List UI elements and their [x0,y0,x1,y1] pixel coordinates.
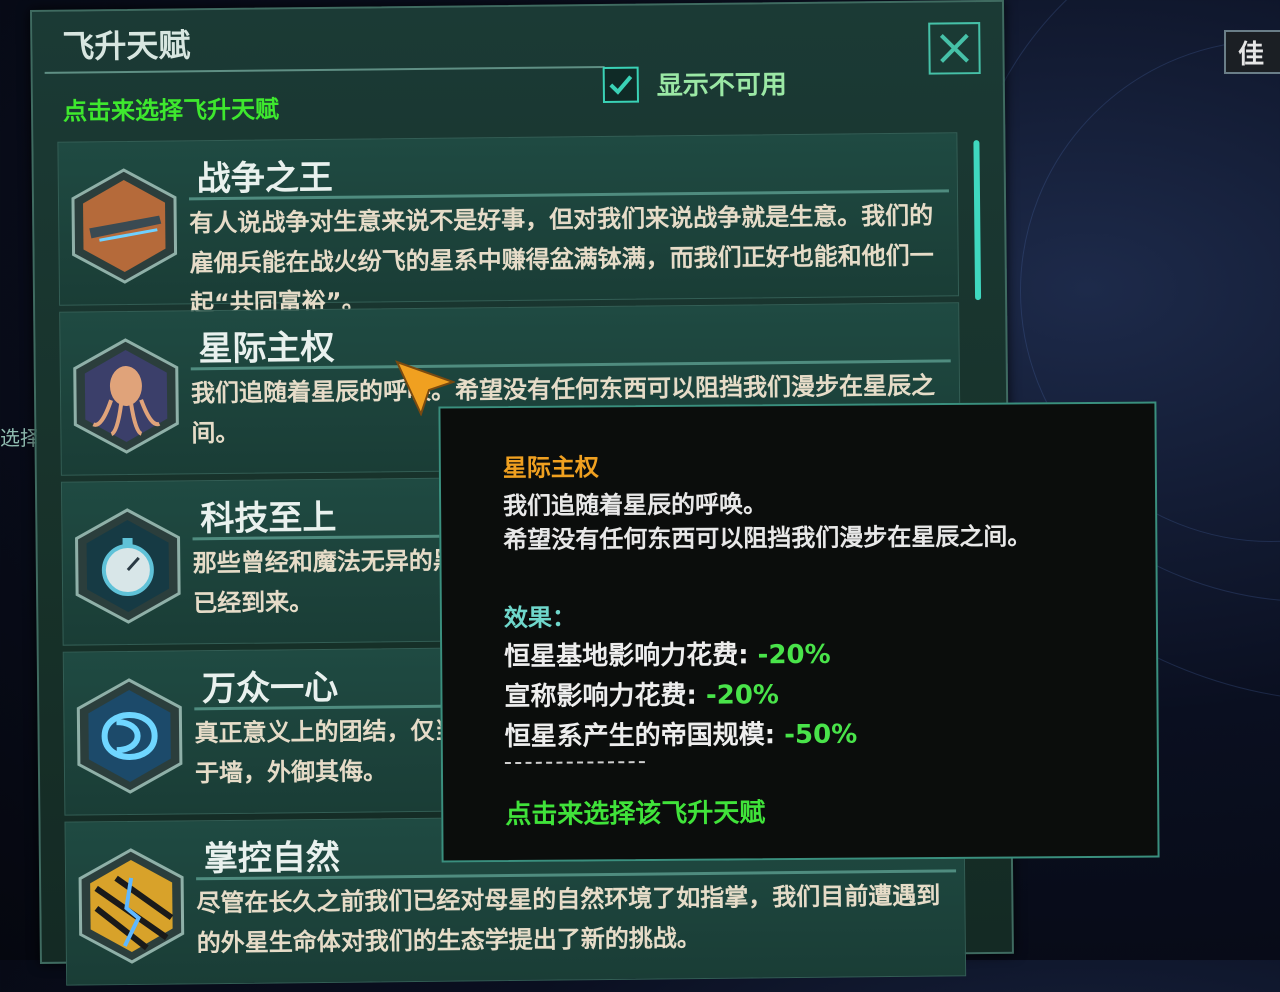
perk-name: 掌控自然 [203,837,341,880]
perk-item-war-king[interactable]: 战争之王 有人说战争对生意来说不是好事，但对我们来说战争就是生意。我们的雇佣兵能… [57,132,960,317]
mouse-cursor-icon [395,360,455,416]
octopus-icon [73,338,179,454]
title-divider [44,65,605,74]
effect-value: -20% [757,639,831,671]
stopwatch-icon [75,508,181,624]
effect-label: 恒星基地影响力花费: [504,640,758,673]
tooltip-effects-label: 效果： [503,603,576,633]
close-button[interactable] [928,22,981,75]
effect-value: -50% [784,719,858,751]
tooltip-line-1: 我们追随着星辰的呼唤。 [503,490,768,521]
tooltip-effect: 恒星基地影响力花费: -20% [504,634,831,673]
panel-title: 飞升天赋 [62,26,191,66]
nature-icon [78,848,185,964]
tooltip-select-hint: 点击来选择该飞升天赋 [505,798,766,831]
perk-tooltip: 星际主权 我们追随着星辰的呼唤。 希望没有任何东西可以阻挡我们漫步在星辰之间。 … [438,401,1160,863]
show-unavailable-checkbox[interactable] [602,66,639,103]
tooltip-effect: 宣称影响力花费: -20% [504,674,779,713]
close-icon [939,33,969,63]
knot-icon [76,678,183,794]
effect-label: 恒星系产生的帝国规模: [504,720,785,753]
effect-value: -20% [705,680,780,711]
perk-name: 星际主权 [198,327,335,370]
checkmark-icon [609,74,633,95]
warship-icon [71,168,178,284]
tooltip-line-2: 希望没有任何东西可以阻挡我们漫步在星辰之间。 [503,522,1032,555]
tooltip-divider [504,761,645,765]
perk-name: 万众一心 [201,667,339,710]
tooltip-title: 星际主权 [502,453,599,483]
list-scrollbar[interactable] [973,140,982,301]
top-right-button[interactable]: 佳 [1224,30,1280,74]
show-unavailable-toggle[interactable]: 显示不可用 [602,64,788,103]
panel-subtitle: 点击来选择飞升天赋 [62,95,280,126]
perk-name: 科技至上 [200,497,337,540]
tooltip-effect: 恒星系产生的帝国规模: -50% [505,714,858,753]
perk-name: 战争之王 [196,157,333,200]
effect-label: 宣称影响力花费: [504,680,706,713]
perk-description: 尽管在长久之前我们已经对母星的自然环境了如指掌，我们目前遭遇到的外星生命体对我们… [196,881,941,958]
show-unavailable-label: 显示不可用 [656,70,788,102]
